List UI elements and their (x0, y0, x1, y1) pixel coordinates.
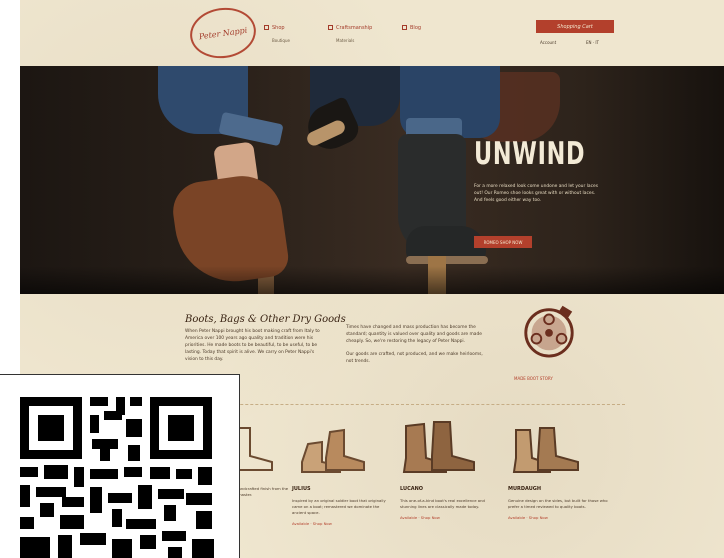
product-name: JULIUS (292, 486, 311, 492)
nav-craftsmanship[interactable]: Craftsmanship (328, 25, 372, 31)
film-reel-icon[interactable] (520, 300, 578, 358)
hero-photo-black-boot-sole (406, 256, 488, 264)
hero-title: UNWIND (474, 136, 586, 172)
account-link[interactable]: Account (540, 40, 556, 45)
product-description: Genuine design on the sides, but built f… (508, 498, 608, 509)
product-description: Inspired by an original soldier boot tha… (292, 498, 386, 515)
intro-text-secondary: Times have changed and mass production h… (346, 324, 488, 371)
brand-logo[interactable]: Peter Nappi (186, 3, 260, 63)
nav-sub-craftsmanship[interactable]: Materials (336, 38, 354, 43)
product-name: MURDAUGH (508, 486, 542, 492)
hero-banner: UNWIND For a more relaxed look come undo… (20, 66, 724, 294)
product-name: LUCANO (400, 486, 424, 492)
site-header: Peter Nappi Shop Boutique Craftsmanship … (20, 0, 724, 66)
nav-bullet-icon (328, 25, 333, 30)
nav-sub-shop[interactable]: Boutique (272, 38, 290, 43)
product-card[interactable]: LUCANO This one-of-a-kind boot's real ex… (400, 418, 500, 520)
section-divider (185, 404, 625, 406)
product-link[interactable]: Available · Shop Now (400, 515, 500, 520)
product-card[interactable]: MURDAUGH Genuine design on the sides, bu… (508, 418, 608, 520)
boot-illustration-icon (301, 428, 365, 473)
qr-code[interactable] (0, 374, 240, 558)
boot-illustration-icon (512, 427, 579, 473)
qr-code-icon (0, 375, 239, 558)
shopping-cart-button[interactable]: Shopping Cart (536, 20, 614, 33)
intro-paragraph: Times have changed and mass production h… (346, 325, 482, 344)
product-card[interactable]: JULIUS Inspired by an original soldier b… (292, 418, 392, 526)
story-link[interactable]: MADE BOOT STORY (514, 376, 553, 381)
intro-title: Boots, Bags & Other Dry Goods (185, 314, 346, 325)
hero-photo-cuff (218, 111, 284, 147)
language-switch[interactable]: EN · IT (586, 40, 599, 45)
intro-text: When Peter Nappi brought his boot making… (185, 329, 320, 362)
hero-shop-button[interactable]: ROMEO SHOP NOW (474, 236, 532, 248)
boot-illustration-icon (402, 421, 475, 473)
nav-blog[interactable]: Blog (402, 25, 421, 31)
nav-bullet-icon (264, 25, 269, 30)
nav-bullet-icon (402, 25, 407, 30)
nav-shop[interactable]: Shop (264, 25, 285, 31)
logo-text: Peter Nappi (198, 25, 248, 41)
product-link[interactable]: Available · Shop Now (292, 521, 392, 526)
hero-text: For a more relaxed look come undone and … (474, 184, 598, 203)
product-description: This one-of-a-kind boot's real excellenc… (400, 498, 485, 509)
intro-paragraph: Our goods are crafted, not produced, and… (346, 352, 483, 364)
product-link[interactable]: Available · Shop Now (508, 515, 608, 520)
hero-shadow (20, 266, 724, 294)
